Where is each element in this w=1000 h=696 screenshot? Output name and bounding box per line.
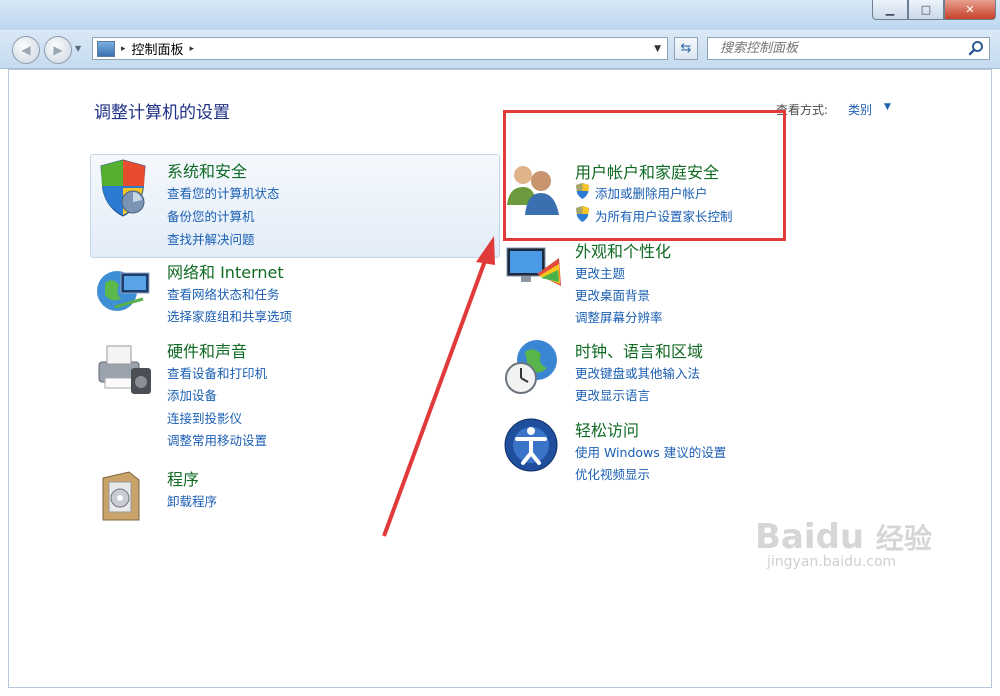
watermark-brand: Baidu: [755, 517, 865, 557]
baidu-watermark: Baidu 经验 jingyan.baidu.com: [755, 520, 932, 570]
watermark-brand-suffix: 经验: [875, 522, 932, 555]
watermark-url: jingyan.baidu.com: [767, 554, 897, 570]
annotation-arrow: [382, 236, 495, 537]
